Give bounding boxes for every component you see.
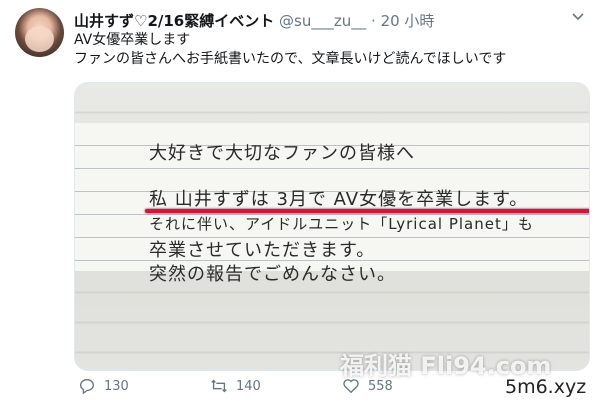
retweet-count: 140 [236, 378, 261, 394]
chevron-down-icon[interactable] [571, 9, 585, 23]
tweet-text-line: ファンの皆さんへお手紙書いたので、文章長いけど読んでほしいです [74, 51, 507, 67]
retweet-icon [211, 379, 227, 393]
letter-line: 大好きで大切なファンの皆様へ [149, 143, 415, 164]
tweet-photo[interactable]: 大好きで大切なファンの皆様へ 私 山井すずは 3月で AV女優を卒業します。 そ… [74, 82, 590, 371]
letter-line: 卒業させていただきます。 [149, 240, 376, 261]
letter-line: 私 山井すずは 3月で AV女優を卒業します。 [149, 189, 529, 210]
tweet-text-line: AV女優卒業します [74, 32, 191, 48]
display-name[interactable]: 山井すず♡2/16緊縛イベント [74, 12, 274, 30]
avatar[interactable] [15, 8, 64, 57]
separator-dot: · [371, 12, 376, 30]
reply-button[interactable]: 130 [78, 377, 129, 395]
retweet-button[interactable]: 140 [210, 377, 261, 395]
letter-line: 突然の報告でごめんなさい。 [149, 264, 396, 285]
reply-count: 130 [104, 378, 129, 394]
timestamp[interactable]: 20 小時 [381, 12, 435, 30]
user-handle[interactable]: @su___zu__ [279, 12, 366, 30]
letter-line: それに伴い、アイドルユニット「Lyrical Planet」も [149, 215, 534, 233]
reply-icon [80, 379, 94, 395]
tweet-header: 山井すず♡2/16緊縛イベント @su___zu__ · 20 小時 [74, 10, 559, 30]
watermark-corner: 5m6.xyz [505, 376, 587, 398]
tweet-text: AV女優卒業します ファンの皆さんへお手紙書いたので、文章長いけど読んでほしいで… [74, 31, 506, 69]
letter-paper: 大好きで大切なファンの皆様へ 私 山井すずは 3月で AV女優を卒業します。 そ… [75, 123, 589, 285]
